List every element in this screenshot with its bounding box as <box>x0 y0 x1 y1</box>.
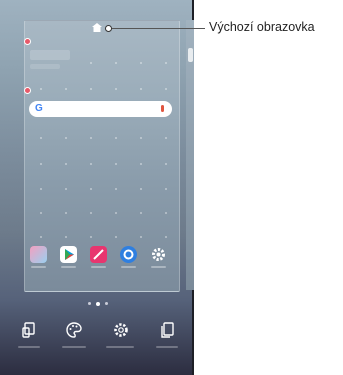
page-dot-active[interactable] <box>96 301 100 306</box>
phone-screen: G <box>0 0 194 375</box>
google-search-bar[interactable]: G <box>29 101 172 117</box>
grid-slot-dot <box>90 62 92 64</box>
app-label-placeholder <box>151 266 166 268</box>
tool-label-placeholder <box>18 346 40 348</box>
page-dot[interactable] <box>88 302 91 305</box>
grid-slot-dot <box>65 236 67 238</box>
home-icon[interactable] <box>92 23 102 32</box>
clock-date-placeholder <box>30 64 60 69</box>
grid-slot-dot <box>165 88 167 90</box>
tool-label-placeholder <box>62 346 86 348</box>
grid-slot-dot <box>165 62 167 64</box>
pages-icon[interactable] <box>158 321 176 339</box>
grid-slot-dot <box>90 163 92 165</box>
grid-slot-dot <box>40 137 42 139</box>
grid-slot-dot <box>115 163 117 165</box>
grid-slot-dot <box>115 188 117 190</box>
grid-slot-dot <box>115 212 117 214</box>
grid-slot-dot <box>115 62 117 64</box>
play-store-icon[interactable] <box>60 246 77 263</box>
callout-line <box>112 28 205 29</box>
pen-glyph <box>93 249 104 260</box>
grid-slot-dot <box>65 163 67 165</box>
grid-slot-dot <box>90 188 92 190</box>
app-label-placeholder <box>61 266 76 268</box>
grid-slot-dot <box>40 188 42 190</box>
callout-marker <box>105 25 112 32</box>
grid-slot-dot <box>115 236 117 238</box>
grid-slot-dot <box>90 137 92 139</box>
page-dot[interactable] <box>105 302 108 305</box>
microphone-icon[interactable] <box>161 105 164 112</box>
app-label-placeholder <box>31 266 46 268</box>
grid-slot-dot <box>90 236 92 238</box>
grid-slot-dot <box>140 137 142 139</box>
grid-slot-dot <box>165 212 167 214</box>
grid-slot-dot <box>140 188 142 190</box>
grid-slot-dot <box>40 88 42 90</box>
next-home-screen-preview[interactable] <box>186 20 194 290</box>
grid-slot-dot <box>140 236 142 238</box>
grid-slot-dot <box>40 236 42 238</box>
grid-slot-dot <box>90 88 92 90</box>
grid-slot-dot <box>140 62 142 64</box>
grid-slot-dot <box>65 212 67 214</box>
grid-slot-dot <box>65 188 67 190</box>
grid-slot-dot <box>40 212 42 214</box>
settings-icon[interactable] <box>150 246 167 263</box>
grid-slot-dot <box>115 88 117 90</box>
tool-label-placeholder <box>156 346 178 348</box>
clock-time-placeholder <box>30 50 70 60</box>
page-handle <box>188 48 193 62</box>
grid-slot-dot <box>90 212 92 214</box>
grid-slot-dot <box>65 137 67 139</box>
grid-slot-dot <box>140 212 142 214</box>
clock-widget[interactable] <box>30 50 75 72</box>
gear-icon <box>152 248 165 261</box>
app-label-placeholder <box>121 266 136 268</box>
app-label-placeholder <box>91 266 106 268</box>
grid-slot-dot <box>165 236 167 238</box>
grid-slot-dot <box>65 88 67 90</box>
browser-icon[interactable] <box>120 246 137 263</box>
grid-slot-dot <box>140 88 142 90</box>
home-settings-icon[interactable] <box>112 321 130 339</box>
grid-slot-dot <box>165 188 167 190</box>
widgets-icon[interactable] <box>20 321 38 339</box>
grid-slot-dot <box>165 137 167 139</box>
remove-widget-icon[interactable] <box>24 87 31 94</box>
google-logo-icon: G <box>35 103 43 114</box>
qnote-icon[interactable] <box>90 246 107 263</box>
gallery-app-icon[interactable] <box>30 246 47 263</box>
remove-widget-icon[interactable] <box>24 38 31 45</box>
tool-label-placeholder <box>106 346 134 348</box>
themes-icon[interactable] <box>65 321 83 339</box>
grid-slot-dot <box>40 163 42 165</box>
grid-slot-dot <box>140 163 142 165</box>
callout-label: Výchozí obrazovka <box>209 20 315 34</box>
play-store-glyph <box>65 249 74 260</box>
browser-glyph <box>123 249 134 260</box>
grid-slot-dot <box>115 137 117 139</box>
grid-slot-dot <box>165 163 167 165</box>
